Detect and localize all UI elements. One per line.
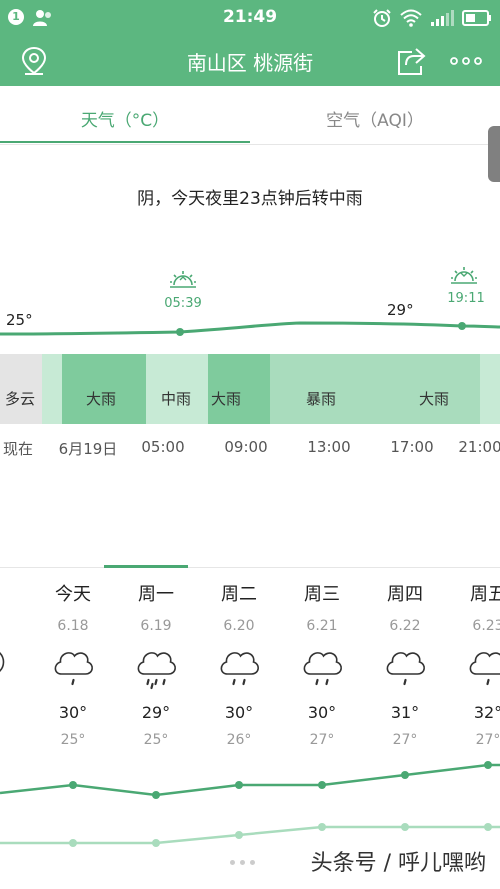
day-name: 周二 (221, 584, 257, 605)
signal-icon (430, 9, 454, 31)
low-temp-point (69, 839, 77, 847)
condition-label: 中雨 (160, 390, 192, 408)
high-temp-point (235, 781, 243, 789)
day-low: 26° (226, 732, 252, 748)
day-name: 周三 (304, 584, 340, 605)
page-dots (230, 860, 255, 865)
day-high: 32° (473, 703, 500, 722)
more-options-icon[interactable] (448, 43, 484, 79)
light-rain-icon (447, 644, 500, 694)
sunset-point (458, 322, 466, 330)
day-name: 今天 (55, 584, 91, 605)
tab-air-quality[interactable]: 空气（AQI） (250, 86, 500, 144)
day-date: 7 (0, 616, 32, 636)
day-low: 27° (309, 732, 335, 748)
watermark: 头条号 / 呼儿嘿哟 (310, 851, 486, 876)
alarm-icon (372, 8, 392, 32)
day-low: 27° (392, 732, 418, 748)
sunrise-point (176, 328, 184, 336)
time-label: 现在 (2, 440, 34, 458)
condition-label: 大雨 (210, 390, 242, 408)
day-high: 29° (141, 703, 171, 722)
day-date: 6.22 (389, 618, 421, 634)
daily-selected-indicator (104, 565, 188, 568)
time-label: 6月19日 (58, 440, 118, 458)
share-icon[interactable] (394, 43, 430, 79)
day-column[interactable]: 周五 6.23 32° 27° (447, 580, 500, 750)
day-high: 31° (390, 703, 420, 722)
light-rain-icon (32, 644, 115, 694)
day-column[interactable]: 周一 6.19 29° 25° (115, 580, 198, 750)
moderate-rain-icon (281, 644, 364, 694)
temp-peak-label: 29° (387, 301, 414, 319)
time-label: 17:00 (390, 438, 434, 456)
day-column[interactable]: 今天 6.18 30° 25° (32, 580, 115, 750)
hourly-temp-line (0, 321, 500, 336)
hourly-temp-chart: 05:39 19:11 25° 29° (0, 267, 500, 336)
wifi-icon (400, 9, 422, 31)
condition-label: 暴雨 (305, 390, 337, 408)
low-temp-point (235, 831, 243, 839)
low-temp-point (152, 839, 160, 847)
low-temp-point (318, 823, 326, 831)
day-high: 30° (307, 703, 337, 722)
side-drawer-handle[interactable] (488, 126, 500, 182)
high-temp-point (484, 761, 492, 769)
moderate-rain-icon (198, 644, 281, 694)
condition-label: 大雨 (418, 390, 450, 408)
time-label: 05:00 (141, 438, 185, 456)
day-name: 周五 (470, 584, 500, 605)
time-label: 21:00 (458, 438, 500, 456)
condition-segment (42, 354, 62, 424)
day-low: 25° (143, 732, 169, 748)
condition-segment (480, 354, 500, 424)
sunset-time: 19:11 (447, 291, 484, 306)
active-tab-indicator (0, 141, 250, 143)
condition-label: 多云 (4, 390, 36, 408)
light-rain-icon (364, 644, 447, 694)
day-date: 6.19 (140, 618, 172, 634)
time-label: 13:00 (307, 438, 351, 456)
daily-divider (0, 567, 500, 568)
day-name: 周一 (138, 584, 174, 605)
day-date: 6.18 (57, 618, 89, 634)
day-high: 30° (58, 703, 88, 722)
day-column[interactable]: 天 7 ° ° (0, 580, 32, 750)
day-date: 6.23 (472, 618, 500, 634)
low-temp-point (401, 823, 409, 831)
high-temp-point (318, 781, 326, 789)
day-high: 30° (224, 703, 254, 722)
high-temp-line (0, 763, 500, 797)
temp-now-label: 25° (6, 311, 33, 329)
partly-cloudy-icon (0, 644, 32, 694)
day-column[interactable]: 周三 6.21 30° 27° (281, 580, 364, 750)
high-temp-point (69, 781, 77, 789)
day-high: ° (0, 702, 32, 724)
day-name: 天 (0, 580, 32, 610)
day-date: 6.21 (306, 618, 338, 634)
sunrise-icon (170, 271, 196, 288)
view-tabs: 天气（°C） 空气（AQI） (0, 86, 500, 145)
condition-label: 大雨 (85, 390, 117, 408)
high-temp-point (401, 771, 409, 779)
day-low: ° (0, 730, 32, 750)
day-low: 25° (60, 732, 86, 748)
sunset-icon (451, 267, 477, 284)
low-temp-point (484, 823, 492, 831)
app-header: 南山区 桃源街 (0, 36, 500, 86)
day-column[interactable]: 周二 6.20 30° 26° (198, 580, 281, 750)
battery-icon (462, 10, 492, 30)
time-label: 09:00 (224, 438, 268, 456)
day-date: 6.20 (223, 618, 255, 634)
day-low: 27° (475, 732, 500, 748)
tab-weather[interactable]: 天气（°C） (0, 86, 250, 144)
high-temp-point (152, 791, 160, 799)
day-column[interactable]: 周四 6.22 31° 27° (364, 580, 447, 750)
heavy-rain-icon (115, 644, 198, 694)
forecast-summary: 阴，今天夜里23点钟后转中雨 (137, 189, 363, 209)
status-bar: 1 21:49 (0, 0, 500, 36)
sunrise-time: 05:39 (164, 296, 201, 311)
day-name: 周四 (387, 584, 423, 605)
